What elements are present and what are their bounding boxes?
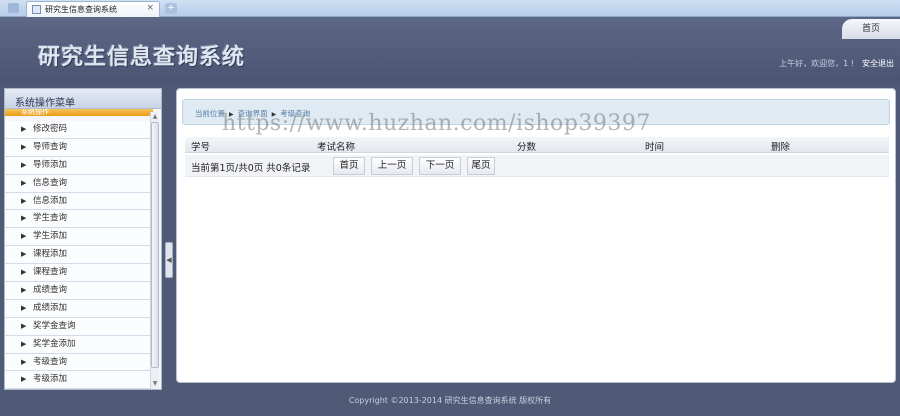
scroll-down-icon[interactable]: ▼ [151,379,159,388]
sidebar-section-header[interactable]: 系统操作 [5,109,153,116]
sidebar-item-label: 信息查询 [33,177,68,188]
page-icon [32,5,41,14]
triangle-right-icon: ▶ [21,339,27,348]
data-table: 学号 考试名称 分数 时间 删除 当前第1页/共0页 共0条记录 首页 上一页 … [185,137,889,177]
triangle-right-icon: ▶ [21,178,27,187]
pagination-info: 当前第1页/共0页 共0条记录 [191,163,311,174]
column-header: 分数 [517,142,537,153]
new-tab-button[interactable]: + [165,3,177,14]
sidebar-item-label: 奖学金添加 [33,338,76,349]
triangle-right-icon: ▶ [21,250,27,259]
home-button[interactable]: 首页 [842,19,900,39]
sidebar-item-change-password[interactable]: ▶ 修改密码 [5,121,151,139]
triangle-right-icon: ▶ [21,357,27,366]
prev-page-button[interactable]: 上一页 [371,157,413,175]
sidebar-item-label: 奖学金查询 [33,320,76,331]
sidebar-item-label: 信息添加 [33,195,68,206]
sidebar-item-grade-query[interactable]: ▶ 成绩查询 [5,282,151,300]
sidebar-item-advisor-add[interactable]: ▶ 导师添加 [5,156,151,175]
sidebar-item-info-add[interactable]: ▶ 信息添加 [5,192,151,211]
scroll-up-icon[interactable]: ▲ [151,112,159,121]
table-header-row: 学号 考试名称 分数 时间 删除 [185,137,889,153]
sidebar-item-label: 学生添加 [33,231,68,242]
sidebar-item-student-query[interactable]: ▶ 学生查询 [5,210,151,229]
sidebar-item-exam-query[interactable]: ▶ 考级查询 [5,353,151,372]
triangle-right-icon: ▶ [21,214,27,223]
column-header: 考试名称 [317,142,356,153]
sidebar-item-scholarship-query[interactable]: ▶ 奖学金查询 [5,317,151,336]
sidebar-item-advisor-query[interactable]: ▶ 导师查询 [5,138,151,157]
triangle-right-icon: ▶ [21,375,27,384]
first-page-button[interactable]: 首页 [333,157,365,175]
sidebar-item-course-add[interactable]: ▶ 课程添加 [5,246,151,265]
next-page-button[interactable]: 下一页 [419,157,461,175]
browser-menu-icon[interactable] [8,3,19,13]
close-icon[interactable]: × [146,3,154,13]
column-header: 时间 [645,142,665,153]
watermark: https://www.huzhan.com/ishop39397 [222,111,651,136]
breadcrumb-item[interactable]: 当前位置 [195,109,225,118]
browser-tabstrip: 研究生信息查询系统 × + [0,0,900,17]
pagination: 当前第1页/共0页 共0条记录 首页 上一页 下一页 尾页 [185,155,889,177]
sidebar-item-label: 成绩查询 [33,285,68,296]
scroll-thumb[interactable] [151,122,159,368]
triangle-right-icon: ▶ [21,196,27,205]
sidebar-item-label: 考级查询 [33,356,68,367]
sidebar-item-label: 考级添加 [33,374,68,385]
triangle-right-icon: ▶ [21,286,27,295]
sidebar-item-student-add[interactable]: ▶ 学生添加 [5,228,151,247]
sidebar-title: 系统操作菜单 [5,89,161,109]
sidebar-collapse-button[interactable]: ◀ [165,242,173,278]
sidebar-scrollbar[interactable]: ▲ ▼ [150,112,159,388]
sidebar-item-label: 成绩添加 [33,302,68,313]
sidebar-item-info-query[interactable]: ▶ 信息查询 [5,174,151,193]
triangle-right-icon: ▶ [21,303,27,312]
sidebar-item-exam-add[interactable]: ▶ 考级添加 [5,371,151,390]
triangle-right-icon: ▶ [21,321,27,330]
last-page-button[interactable]: 尾页 [467,157,495,175]
sidebar-item-label: 导师查询 [33,141,68,152]
triangle-right-icon: ▶ [21,160,27,169]
sidebar-menu: 系统操作菜单 系统操作 ▶ 修改密码 ▶ 导师查询 ▶ 导师添加 ▶ 信息查询 ▶ 信息添… [4,88,162,390]
sidebar-item-label: 修改密码 [33,124,68,134]
triangle-right-icon: ▶ [21,125,27,133]
sidebar-item-label: 课程添加 [33,249,68,260]
logout-link[interactable]: 安全退出 [862,58,894,69]
site-title: 研究生信息查询系统 [38,44,246,70]
footer: Copyright ©2013-2014 研究生信息查询系统 版权所有 [0,390,900,416]
site-header: 研究生信息查询系统 首页 上午好，欢迎您，1 ! 安全退出 [0,17,900,83]
column-header: 删除 [771,142,791,153]
column-header: 学号 [191,142,211,153]
chevron-left-icon: ◀ [166,256,172,264]
sidebar-item-scholarship-add[interactable]: ▶ 奖学金添加 [5,335,151,354]
sidebar-menu-list: ▶ 修改密码 ▶ 导师查询 ▶ 导师添加 ▶ 信息查询 ▶ 信息添加 ▶ 学生查询 ▶ 学生添… [5,121,151,390]
sidebar-item-course-query[interactable]: ▶ 课程查询 [5,264,151,283]
sidebar-item-grade-add[interactable]: ▶ 成绩添加 [5,299,151,318]
greeting-text: 上午好，欢迎您，1 ! [779,59,854,68]
sidebar-item-label: 学生查询 [33,213,68,224]
browser-tab-title: 研究生信息查询系统 [45,5,117,14]
sidebar-item-label: 导师添加 [33,159,68,170]
triangle-right-icon: ▶ [21,268,27,277]
browser-tab[interactable]: 研究生信息查询系统 × [26,1,160,17]
sidebar-item-label: 课程查询 [33,267,68,278]
triangle-right-icon: ▶ [21,232,27,241]
triangle-right-icon: ▶ [21,142,27,151]
